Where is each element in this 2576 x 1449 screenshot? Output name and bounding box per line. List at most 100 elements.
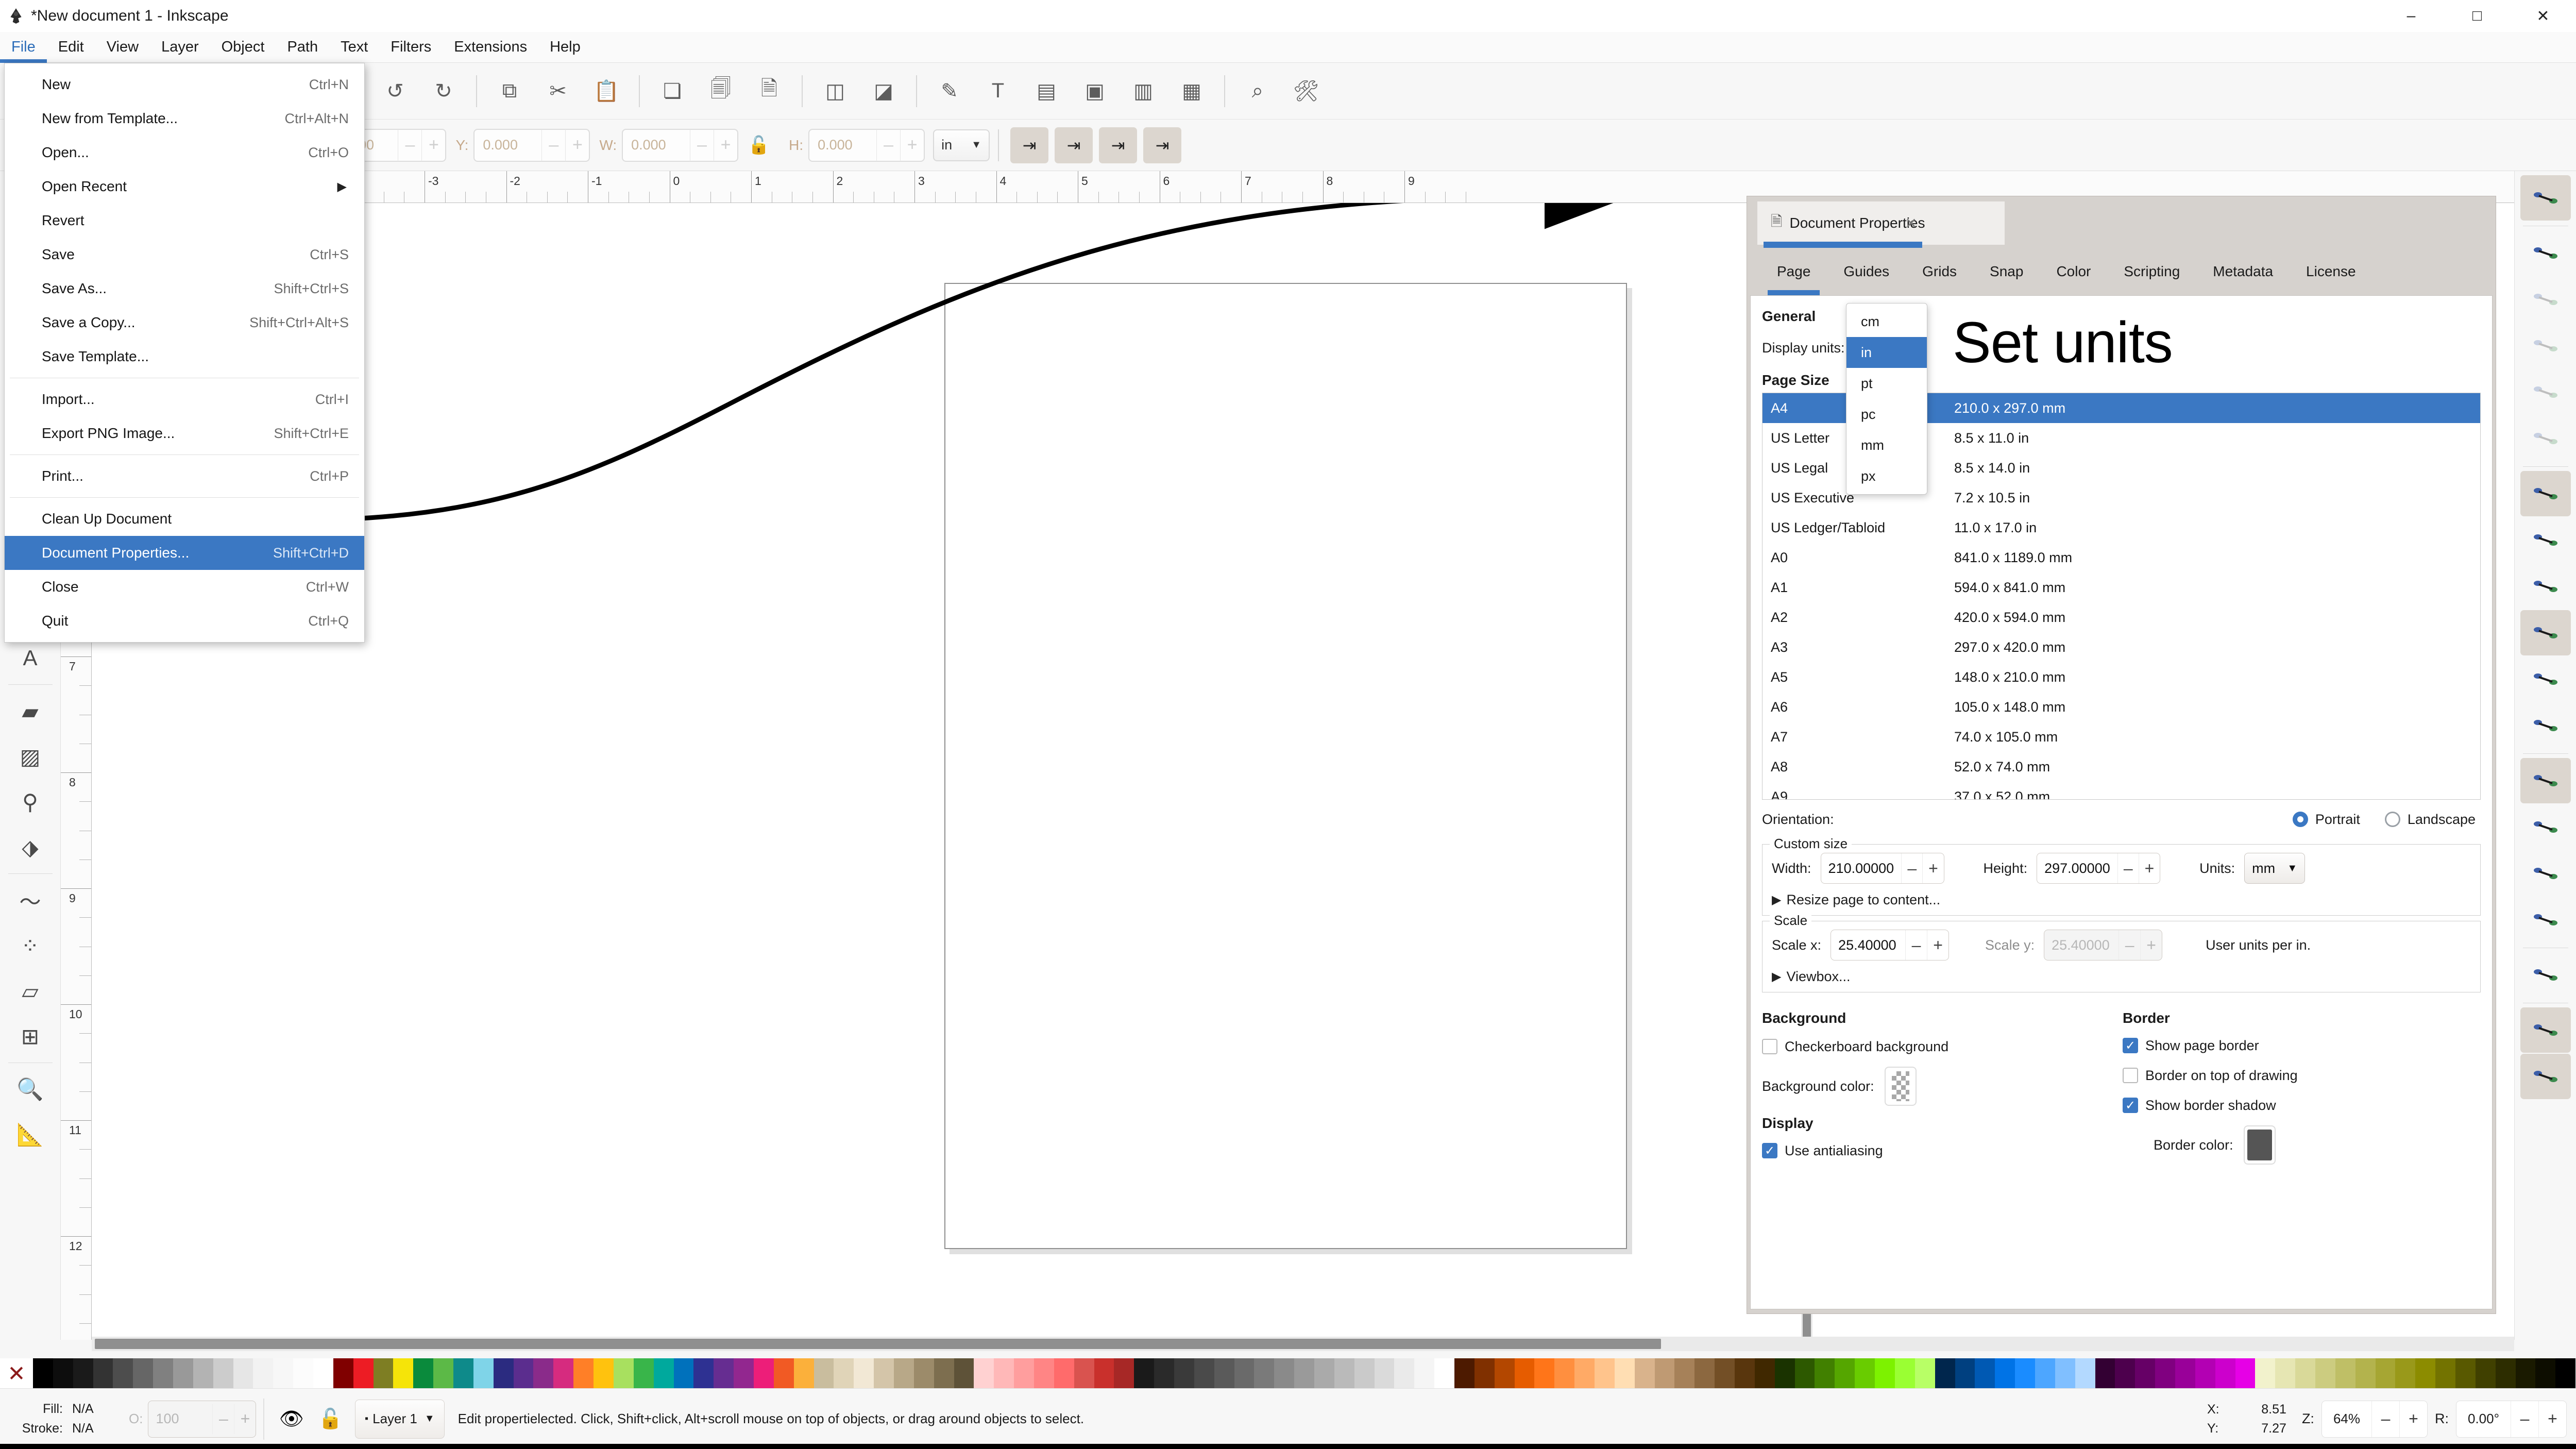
- unlock-icon[interactable]: 🔓: [318, 1408, 343, 1430]
- tool-units-dropdown[interactable]: in ▼: [933, 129, 990, 161]
- palette-swatch[interactable]: [1254, 1358, 1275, 1388]
- palette-swatch[interactable]: [1174, 1358, 1194, 1388]
- unit-option-pc[interactable]: pc: [1846, 399, 1927, 430]
- snap-text-baseline-icon[interactable]: [2520, 897, 2571, 942]
- show-page-border-checkbox[interactable]: ✓: [2123, 1038, 2138, 1053]
- clone-icon[interactable]: 🗐: [701, 72, 740, 111]
- palette-swatch[interactable]: [934, 1358, 954, 1388]
- page-size-row[interactable]: A7 74.0 x 105.0 mm: [1762, 722, 2480, 752]
- snap-guides-icon[interactable]: [2520, 1054, 2571, 1099]
- page-size-row[interactable]: A1 594.0 x 841.0 mm: [1762, 572, 2480, 602]
- palette-swatch[interactable]: [1554, 1358, 1575, 1388]
- ungroup-icon[interactable]: ◪: [864, 72, 903, 111]
- align-icon[interactable]: ▦: [1172, 72, 1211, 111]
- paste-icon[interactable]: 📋: [587, 72, 626, 111]
- palette-swatch[interactable]: [2275, 1358, 2296, 1388]
- close-icon[interactable]: ✕: [1905, 215, 1917, 232]
- palette-swatch[interactable]: [1634, 1358, 1655, 1388]
- snap-bbox-edges-icon[interactable]: [2520, 277, 2571, 322]
- y-minus-button[interactable]: –: [541, 129, 565, 161]
- scale-rounded-corners-icon[interactable]: ⇥: [1055, 127, 1093, 163]
- snap-midpoints-icon[interactable]: [2520, 703, 2571, 748]
- rotation-field[interactable]: 0.00° – +: [2455, 1400, 2567, 1438]
- palette-swatch[interactable]: [2135, 1358, 2156, 1388]
- palette-swatch[interactable]: [2355, 1358, 2376, 1388]
- zoom-tool[interactable]: 🔍: [7, 1067, 54, 1112]
- document-page[interactable]: [944, 283, 1627, 1249]
- palette-swatch[interactable]: [994, 1358, 1014, 1388]
- unit-option-in[interactable]: in: [1846, 337, 1927, 368]
- palette-swatch[interactable]: [793, 1358, 814, 1388]
- connector-tool[interactable]: ⊞: [7, 1014, 54, 1059]
- palette-swatch[interactable]: [213, 1358, 233, 1388]
- palette-swatch[interactable]: [1694, 1358, 1715, 1388]
- palette-swatch[interactable]: [673, 1358, 694, 1388]
- palette-swatch[interactable]: [1914, 1358, 1935, 1388]
- palette-swatch[interactable]: [393, 1358, 414, 1388]
- minimize-button[interactable]: –: [2378, 0, 2444, 32]
- palette-swatch[interactable]: [373, 1358, 394, 1388]
- palette-swatch[interactable]: [473, 1358, 494, 1388]
- palette-swatch[interactable]: [2255, 1358, 2276, 1388]
- palette-swatch[interactable]: [1294, 1358, 1314, 1388]
- page-size-row[interactable]: A8 52.0 x 74.0 mm: [1762, 752, 2480, 782]
- palette-swatch[interactable]: [814, 1358, 834, 1388]
- zoom-page-icon[interactable]: ⌕: [1238, 72, 1277, 111]
- palette-swatch[interactable]: [834, 1358, 854, 1388]
- width-field[interactable]: 210.00000 – +: [1820, 853, 1944, 884]
- undo-icon[interactable]: ↺: [376, 72, 415, 111]
- layers-icon[interactable]: ▥: [1124, 72, 1163, 111]
- palette-swatch[interactable]: [1835, 1358, 1855, 1388]
- palette-swatch[interactable]: [1314, 1358, 1334, 1388]
- palette-swatch[interactable]: [1534, 1358, 1555, 1388]
- snap-bbox-edge-midpoints-icon[interactable]: [2520, 369, 2571, 415]
- palette-swatch[interactable]: [1354, 1358, 1375, 1388]
- redo-icon[interactable]: ↻: [424, 72, 463, 111]
- file-menu-item-export-png-image[interactable]: Export PNG Image... Shift+Ctrl+E: [5, 416, 364, 450]
- palette-swatch[interactable]: [1033, 1358, 1054, 1388]
- height-field[interactable]: 297.00000 – +: [2037, 853, 2161, 884]
- preferences-icon[interactable]: 🛠: [1286, 72, 1326, 111]
- palette-swatch[interactable]: [1935, 1358, 1955, 1388]
- palette-swatch[interactable]: [633, 1358, 654, 1388]
- palette-swatch[interactable]: [73, 1358, 93, 1388]
- opacity-field[interactable]: 100 – +: [148, 1400, 257, 1438]
- duplicate-icon[interactable]: ❏: [653, 72, 692, 111]
- palette-swatch[interactable]: [2055, 1358, 2075, 1388]
- palette-swatch[interactable]: [153, 1358, 174, 1388]
- objects-icon[interactable]: ▣: [1075, 72, 1114, 111]
- file-menu-item-quit[interactable]: Quit Ctrl+Q: [5, 604, 364, 638]
- scale-x-minus-button[interactable]: –: [1905, 930, 1927, 960]
- zoom-plus-button[interactable]: +: [2399, 1401, 2427, 1437]
- maximize-button[interactable]: □: [2444, 0, 2510, 32]
- dropper-tool[interactable]: ⚲: [7, 779, 54, 824]
- palette-swatch[interactable]: [573, 1358, 594, 1388]
- snap-bbox-corners-icon[interactable]: [2520, 323, 2571, 368]
- palette-swatch[interactable]: [1194, 1358, 1214, 1388]
- palette-swatch[interactable]: [2455, 1358, 2476, 1388]
- page-size-row[interactable]: A9 37.0 x 52.0 mm: [1762, 782, 2480, 800]
- file-menu-item-revert[interactable]: Revert: [5, 204, 364, 238]
- menu-file[interactable]: File: [0, 32, 47, 63]
- color-palette[interactable]: ✕: [0, 1358, 2576, 1388]
- move-gradients-icon[interactable]: ⇥: [1099, 127, 1138, 163]
- file-menu-item-save-a-copy[interactable]: Save a Copy... Shift+Ctrl+Alt+S: [5, 306, 364, 340]
- palette-swatch[interactable]: [553, 1358, 574, 1388]
- palette-swatch[interactable]: [714, 1358, 734, 1388]
- palette-swatch[interactable]: [2215, 1358, 2235, 1388]
- palette-swatch[interactable]: [2155, 1358, 2175, 1388]
- palette-swatch[interactable]: [1014, 1358, 1034, 1388]
- file-menu-item-open-recent[interactable]: Open Recent ▶: [5, 170, 364, 204]
- palette-swatch[interactable]: [233, 1358, 253, 1388]
- palette-swatch[interactable]: [2295, 1358, 2315, 1388]
- w-field[interactable]: 0.000 – +: [622, 128, 739, 162]
- snap-page-border-icon[interactable]: [2520, 952, 2571, 998]
- enable-snapping-icon[interactable]: [2520, 175, 2571, 221]
- group-icon[interactable]: ◫: [816, 72, 855, 111]
- menu-edit[interactable]: Edit: [47, 32, 95, 63]
- scale-stroke-width-icon[interactable]: ⇥: [1010, 127, 1049, 163]
- palette-swatch[interactable]: [1815, 1358, 1835, 1388]
- palette-swatch[interactable]: [1494, 1358, 1515, 1388]
- palette-swatch[interactable]: [653, 1358, 674, 1388]
- eraser-tool[interactable]: ▱: [7, 968, 54, 1014]
